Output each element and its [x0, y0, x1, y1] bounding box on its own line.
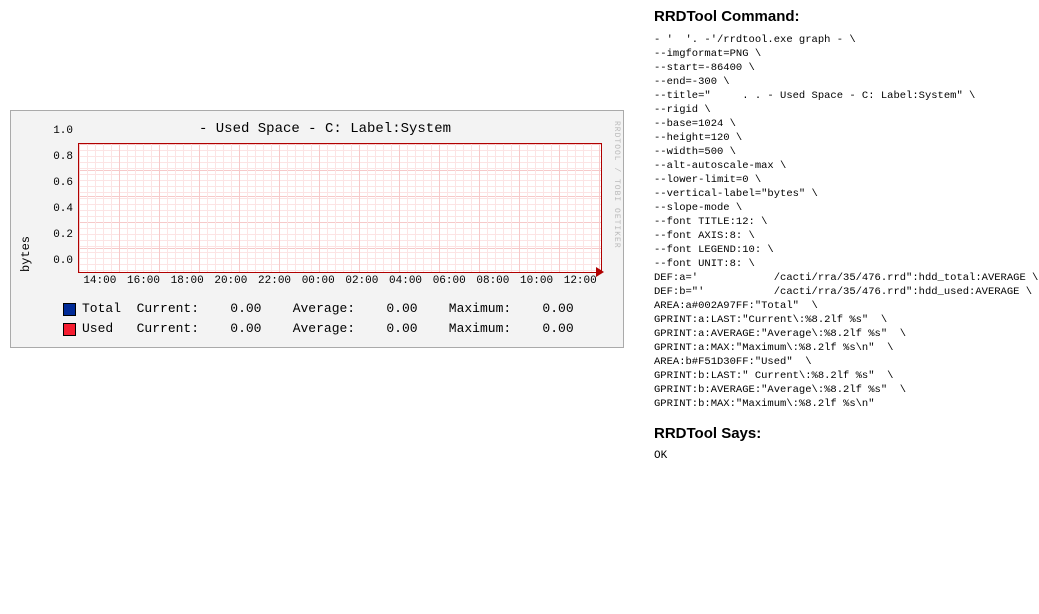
- legend-value: 0.00: [542, 319, 573, 339]
- says-heading: RRDTool Says:: [654, 425, 1034, 442]
- swatch-used-icon: [63, 323, 76, 336]
- y-axis-label: bytes: [17, 119, 33, 339]
- legend-label: Maximum:: [449, 299, 511, 319]
- xtick: 00:00: [296, 275, 340, 293]
- legend-value: 0.00: [230, 319, 261, 339]
- rrdtool-graph: RRDTOOL / TOBI OETIKER bytes - Used Spac…: [10, 110, 624, 348]
- command-heading: RRDTool Command:: [654, 8, 1034, 25]
- legend-label: Current:: [137, 319, 199, 339]
- legend-name: Total: [82, 299, 121, 319]
- xtick: 16:00: [122, 275, 166, 293]
- legend-name: Used: [82, 319, 113, 339]
- swatch-total-icon: [63, 303, 76, 316]
- says-text: OK: [654, 450, 1034, 462]
- legend-label: Maximum:: [449, 319, 511, 339]
- ytick: 0.8: [53, 151, 73, 163]
- legend: Total Current: 0.00 Average: 0.00 Maximu…: [33, 293, 617, 339]
- ytick: 0.0: [53, 255, 73, 267]
- legend-label: Average:: [293, 299, 355, 319]
- xtick: 10:00: [515, 275, 559, 293]
- legend-label: Average:: [293, 319, 355, 339]
- command-text: - ' '. -'/rrdtool.exe graph - \ --imgfor…: [654, 33, 1034, 411]
- xtick: 14:00: [78, 275, 122, 293]
- plot-area: 0.0 0.2 0.4 0.6 0.8 1.0 14:00 16:00 18:0…: [43, 143, 607, 293]
- legend-row-total: Total Current: 0.00 Average: 0.00 Maximu…: [63, 299, 617, 319]
- legend-value: 0.00: [386, 299, 417, 319]
- xtick: 22:00: [253, 275, 297, 293]
- xtick: 04:00: [384, 275, 428, 293]
- ytick: 1.0: [53, 125, 73, 137]
- xtick: 20:00: [209, 275, 253, 293]
- legend-value: 0.00: [386, 319, 417, 339]
- xtick: 12:00: [558, 275, 602, 293]
- legend-value: 0.00: [542, 299, 573, 319]
- x-axis: 14:00 16:00 18:00 20:00 22:00 00:00 02:0…: [78, 275, 602, 293]
- ytick: 0.4: [53, 203, 73, 215]
- xtick: 06:00: [427, 275, 471, 293]
- y-axis: 0.0 0.2 0.4 0.6 0.8 1.0: [43, 143, 75, 273]
- chart-title: - Used Space - C: Label:System: [33, 119, 617, 143]
- xtick: 18:00: [165, 275, 209, 293]
- legend-row-used: Used Current: 0.00 Average: 0.00 Maximum…: [63, 319, 617, 339]
- watermark-text: RRDTOOL / TOBI OETIKER: [612, 121, 621, 249]
- xtick: 08:00: [471, 275, 515, 293]
- xtick: 02:00: [340, 275, 384, 293]
- ytick: 0.2: [53, 229, 73, 241]
- grid: [78, 143, 602, 273]
- legend-value: 0.00: [230, 299, 261, 319]
- ytick: 0.6: [53, 177, 73, 189]
- legend-label: Current:: [137, 299, 199, 319]
